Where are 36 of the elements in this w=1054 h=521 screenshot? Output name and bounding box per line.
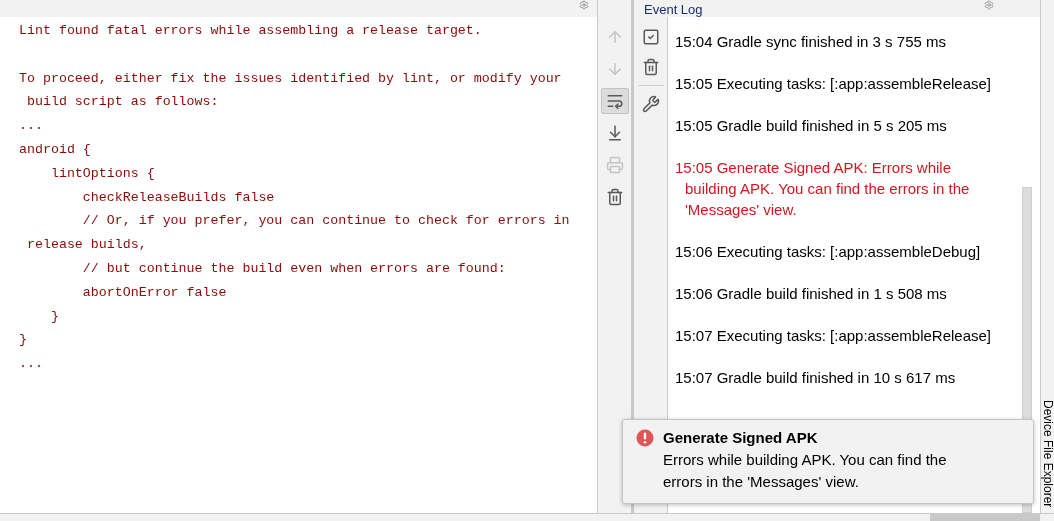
- console-line: release builds,: [25, 236, 147, 255]
- console-line: lintOptions {: [49, 164, 155, 183]
- wrench-icon: [641, 95, 660, 113]
- console-line: Lint found fatal errors while assembling a release target.: [19, 22, 482, 40]
- console-line: // Or, if you prefer, you can continue to check for errors in: [81, 212, 570, 231]
- log-entry: 15:04 Gradle sync finished in 3 s 755 ms: [675, 32, 947, 52]
- notification-message: Errors while building APK. You can find the errors in the 'Messages' view.: [663, 450, 948, 492]
- error-icon: [636, 429, 654, 447]
- notification-title: Generate Signed APK: [663, 428, 819, 448]
- error-log-entry: 15:05 Generate Signed APK: Errors while building APK. You can find the errors in the 'Messages' view.: [675, 158, 971, 220]
- trash-icon: [641, 58, 660, 76]
- log-entry: 15:07 Executing tasks: [:app:assembleRelease]: [675, 326, 993, 346]
- console-line: }: [49, 307, 59, 326]
- console-line: ...: [19, 355, 43, 374]
- log-entry: 15:05 Gradle build finished in 5 s 205 ms: [675, 116, 948, 136]
- console-line: checkReleaseBuilds false: [81, 188, 275, 207]
- console-line: To proceed, either fix the issues identified by lint, or modify your: [19, 69, 562, 88]
- console-line: // but continue the build even when errors are found:: [81, 259, 506, 278]
- console-line: abortOnError false: [81, 283, 227, 302]
- console-line: }: [19, 331, 27, 350]
- console-line: build script as follows:: [25, 93, 219, 112]
- console-line: android {: [19, 141, 91, 159]
- soft-wrap-icon: [605, 92, 624, 110]
- log-entry: 15:05 Executing tasks: [:app:assembleRelease]: [675, 74, 993, 94]
- console-line: ...: [19, 117, 43, 136]
- log-entry: 15:06 Gradle build finished in 1 s 508 ms: [675, 284, 948, 304]
- scrollbar[interactable]: [930, 514, 1040, 521]
- trash-icon: [605, 188, 624, 206]
- printer-icon: [605, 156, 624, 174]
- log-entry: 15:07 Gradle build finished in 10 s 617 ms: [675, 368, 957, 388]
- log-entry: 15:06 Executing tasks: [:app:assembleDebug]: [675, 242, 982, 262]
- settings-icon[interactable]: [982, 0, 996, 10]
- toolbar-button[interactable]: [600, 88, 629, 114]
- panel-title: Event Log: [644, 2, 703, 17]
- checkbox-icon: [641, 28, 660, 46]
- settings-icon[interactable]: [577, 0, 591, 10]
